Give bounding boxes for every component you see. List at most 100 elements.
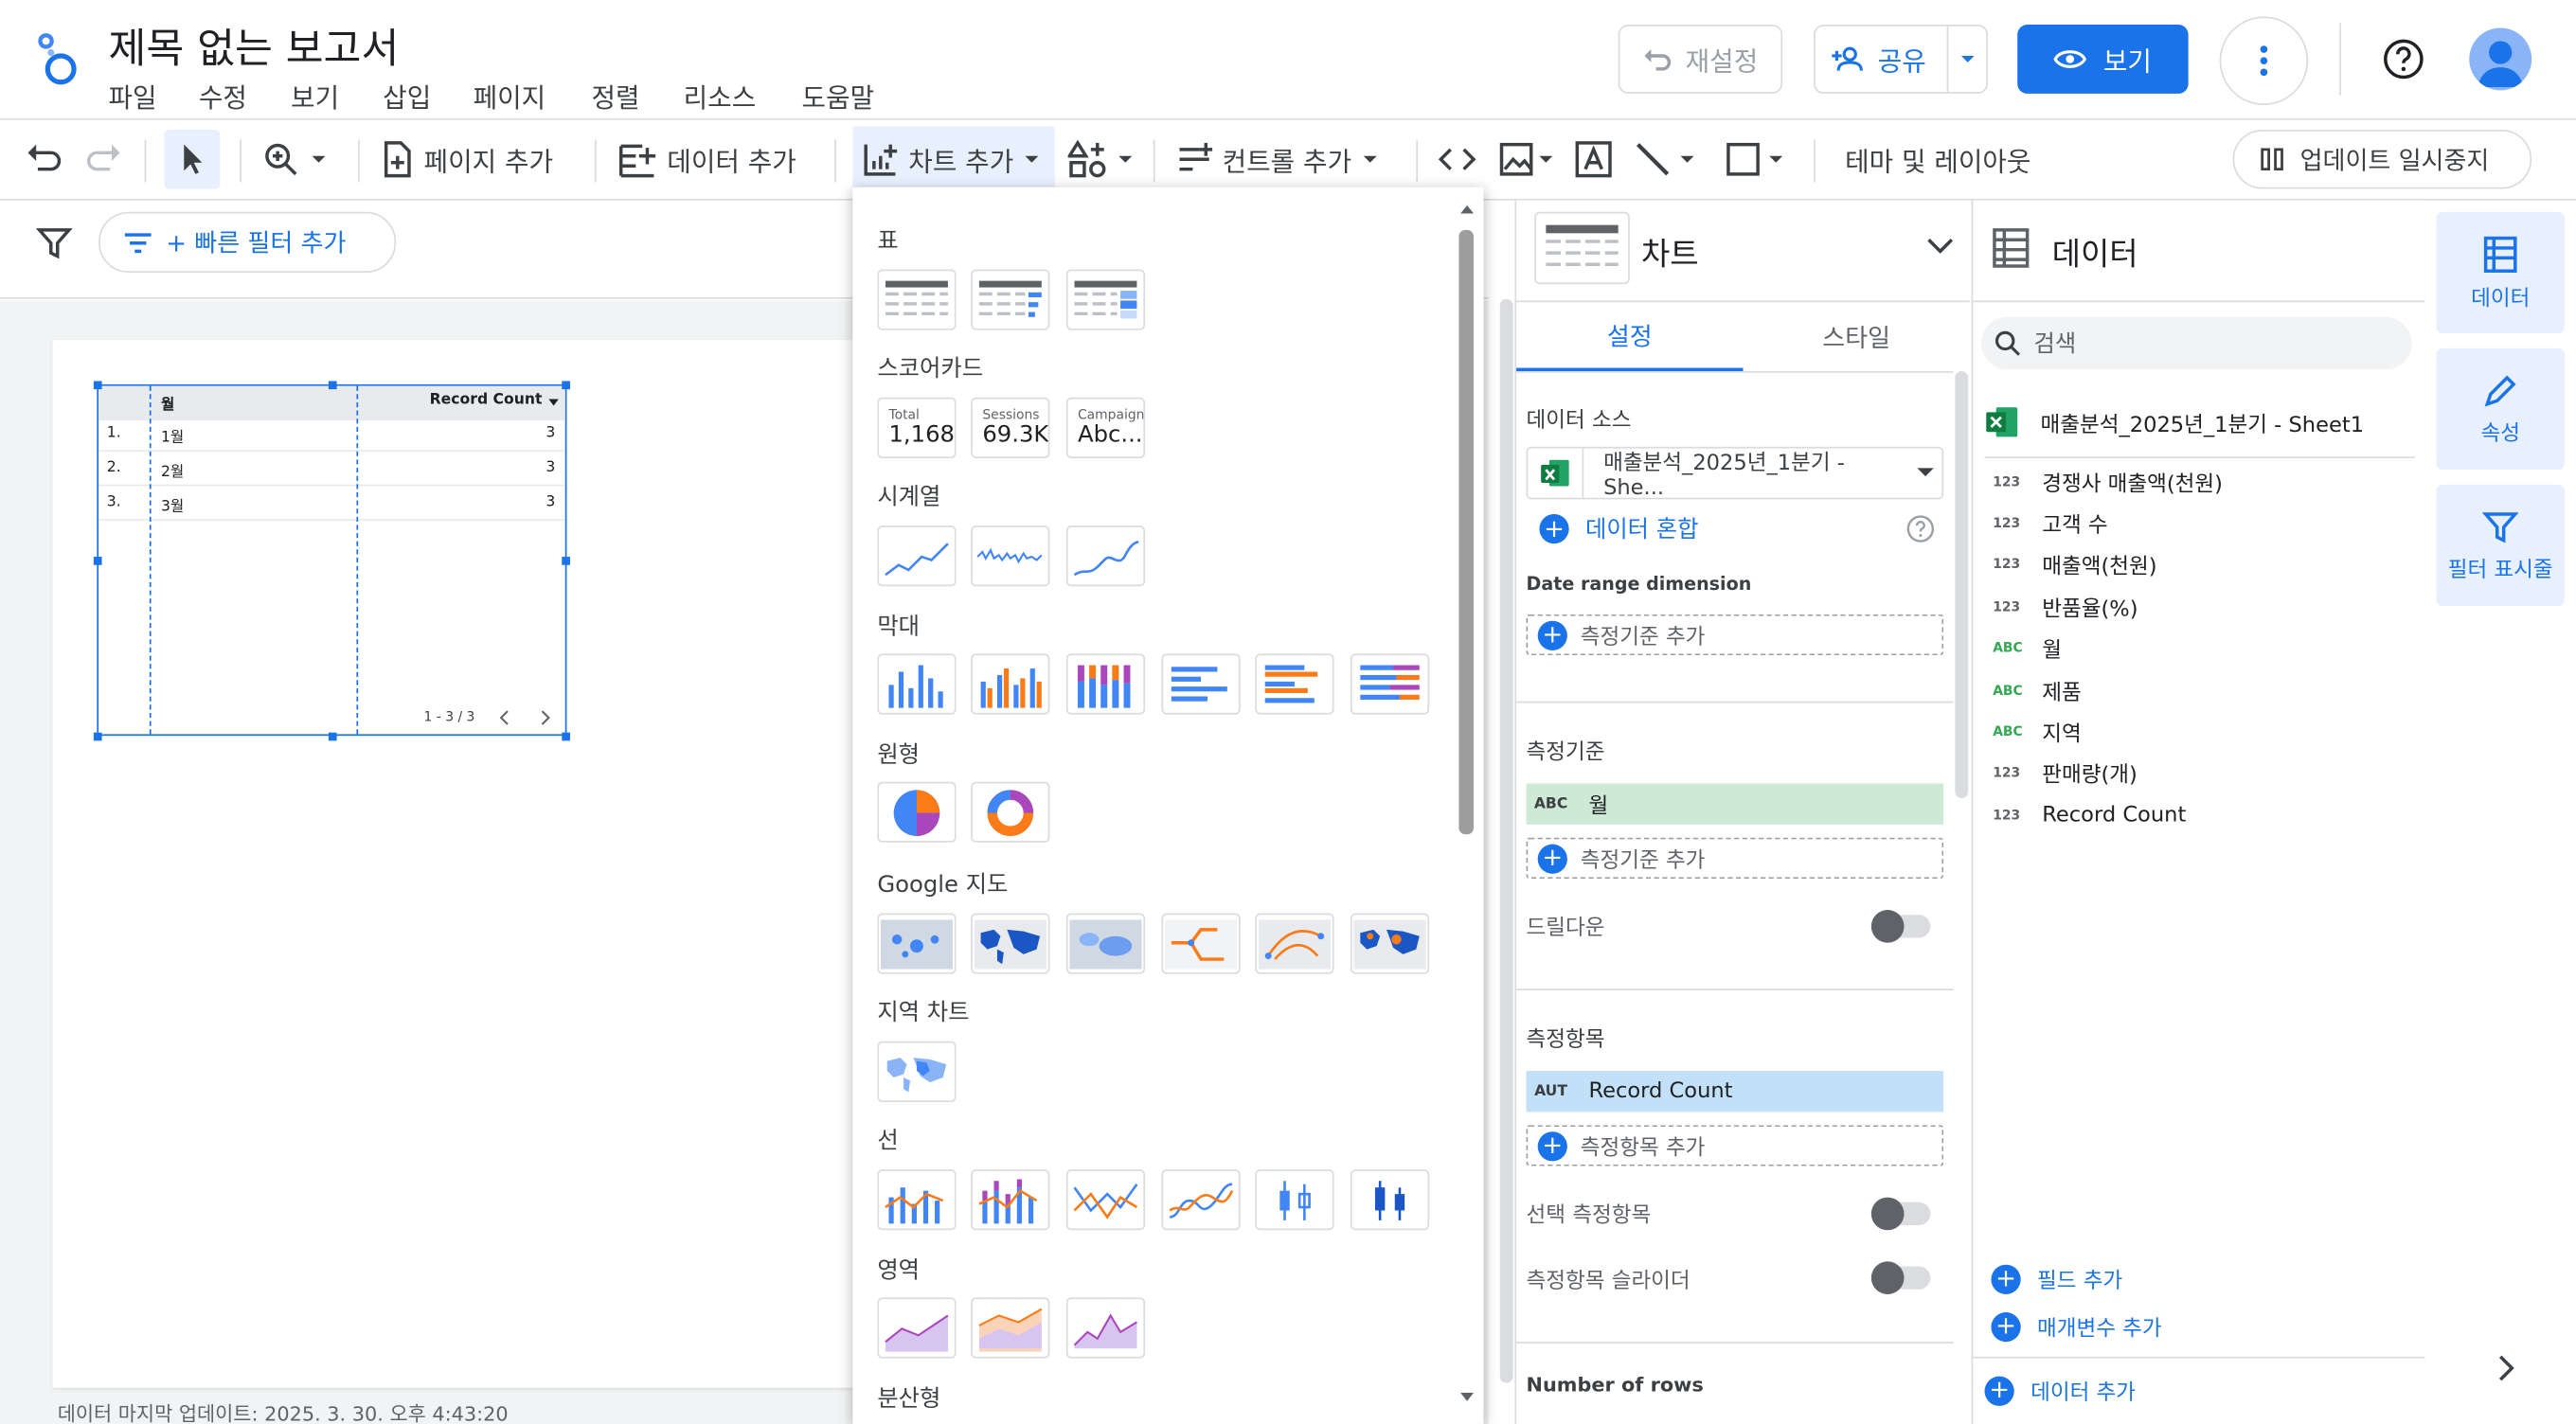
chart-option-stacked-column[interactable]: [1065, 653, 1146, 715]
table-chart[interactable]: 월 Record Count 1. 1월 3 2. 2월 3 3. 3월 3 1…: [97, 383, 567, 737]
menu-arrange[interactable]: 정렬: [591, 76, 639, 116]
drilldown-toggle[interactable]: [1870, 910, 1931, 943]
add-field-button[interactable]: + 필드 추가: [1991, 1263, 2122, 1294]
chart-option-stacked-area[interactable]: [971, 1297, 1050, 1359]
add-page-button[interactable]: 페이지 추가: [381, 120, 553, 199]
select-tool-button[interactable]: [164, 130, 221, 189]
chart-option-combined-map[interactable]: [1350, 913, 1430, 974]
chart-option-smoothed-series[interactable]: [1065, 525, 1146, 587]
avatar[interactable]: [2469, 27, 2532, 91]
chart-option-100-stacked-area[interactable]: [1065, 1297, 1146, 1359]
line-button[interactable]: [1633, 120, 1695, 199]
add-data-button[interactable]: 데이터 추가: [617, 120, 796, 199]
chevron-left-icon[interactable]: [498, 709, 511, 725]
chevron-right-icon[interactable]: [539, 709, 552, 725]
chart-option-line[interactable]: [1065, 1169, 1146, 1231]
chart-option-table-heatmap[interactable]: [1065, 269, 1146, 330]
menu-page[interactable]: 페이지: [474, 76, 546, 116]
chart-option-combo[interactable]: [877, 1169, 957, 1231]
resize-handle[interactable]: [93, 732, 102, 741]
menu-view[interactable]: 보기: [291, 76, 339, 116]
more-options-button[interactable]: [2219, 16, 2309, 106]
chart-type-thumbnail[interactable]: [1534, 211, 1630, 285]
chart-option-area[interactable]: [877, 1297, 957, 1359]
menu-scrollbar[interactable]: [1458, 229, 1475, 835]
chart-option-scorecard[interactable]: Total 1,168: [877, 397, 957, 458]
resize-handle[interactable]: [93, 381, 102, 390]
sort-desc-icon[interactable]: [548, 399, 559, 406]
tab-setup[interactable]: 설정: [1516, 302, 1744, 372]
quick-filter-button[interactable]: + 빠른 필터 추가: [98, 211, 397, 273]
chart-option-grouped-bar[interactable]: [1255, 653, 1334, 715]
scroll-down-icon[interactable]: [1458, 1390, 1477, 1406]
share-button[interactable]: 공유: [1814, 25, 1988, 94]
resize-handle[interactable]: [562, 732, 570, 741]
chart-option-line-map[interactable]: [1161, 913, 1241, 974]
text-box-icon[interactable]: [1574, 120, 1614, 199]
optional-metrics-toggle[interactable]: [1870, 1197, 1931, 1231]
chart-option-stacked-bar[interactable]: [1350, 653, 1430, 715]
menu-file[interactable]: 파일: [108, 76, 156, 116]
field-item[interactable]: 123 경쟁사 매출액(천원): [1993, 465, 2223, 498]
field-item[interactable]: 123 Record Count: [1993, 798, 2186, 831]
filter-icon[interactable]: [36, 225, 73, 261]
chart-option-bubble-map[interactable]: [877, 913, 957, 974]
chevron-right-icon[interactable]: [2494, 1353, 2520, 1382]
chevron-down-icon[interactable]: [1947, 51, 1986, 67]
help-icon[interactable]: [1905, 514, 1935, 543]
data-source-header[interactable]: 매출분석_2025년_1분기 - Sheet1: [1985, 404, 2364, 440]
metric-slider-toggle[interactable]: [1870, 1261, 1931, 1294]
menu-help[interactable]: 도움말: [802, 76, 875, 116]
image-button[interactable]: [1498, 120, 1554, 199]
chevron-down-icon[interactable]: [1925, 235, 1955, 258]
chart-option-geo-chart[interactable]: [877, 1041, 957, 1102]
field-item[interactable]: 123 매출액(천원): [1993, 547, 2156, 580]
resize-handle[interactable]: [93, 557, 102, 565]
field-item[interactable]: 123 고객 수: [1993, 506, 2107, 539]
chart-option-filled-map[interactable]: [971, 913, 1050, 974]
resize-handle[interactable]: [328, 732, 337, 741]
chart-option-column[interactable]: [877, 653, 957, 715]
chart-option-sparkline[interactable]: [971, 525, 1050, 587]
chart-option-heatmap-map[interactable]: [1065, 913, 1146, 974]
add-metric-button[interactable]: + 측정항목 추가: [1526, 1125, 1944, 1166]
chart-option-scorecard-compact[interactable]: Sessions 69.3K: [971, 397, 1050, 458]
pause-update-button[interactable]: 업데이트 일시중지: [2232, 130, 2532, 189]
rail-properties-button[interactable]: 속성: [2436, 347, 2565, 471]
add-dimension-button[interactable]: + 측정기준 추가: [1526, 837, 1944, 880]
blend-data-button[interactable]: + 데이터 혼합: [1539, 512, 1698, 545]
view-button[interactable]: 보기: [2017, 25, 2189, 94]
chart-option-connection-map[interactable]: [1255, 913, 1334, 974]
redo-icon[interactable]: [82, 120, 125, 199]
column-header-month[interactable]: 월: [161, 393, 174, 414]
dimension-chip[interactable]: ABC 월: [1526, 783, 1944, 825]
field-item[interactable]: ABC 월: [1993, 631, 2062, 664]
resize-handle[interactable]: [562, 557, 570, 565]
chart-option-bar[interactable]: [1161, 653, 1241, 715]
chart-option-donut[interactable]: [971, 781, 1050, 843]
rail-data-button[interactable]: 데이터: [2436, 211, 2565, 334]
chart-option-stacked-combo[interactable]: [971, 1169, 1050, 1231]
field-item[interactable]: 123 반품율(%): [1993, 590, 2138, 623]
shape-button[interactable]: [1725, 120, 1783, 199]
rail-filter-bar-button[interactable]: 필터 표시줄: [2436, 484, 2565, 607]
menu-edit[interactable]: 수정: [199, 76, 247, 116]
field-item[interactable]: ABC 제품: [1993, 673, 2082, 706]
panel-scrollbar[interactable]: [1955, 371, 1969, 799]
field-search-input[interactable]: 검색: [1981, 316, 2412, 370]
chart-option-grouped-column[interactable]: [971, 653, 1050, 715]
chart-option-ohlc[interactable]: [1350, 1169, 1430, 1231]
column-header-record-count[interactable]: Record Count: [430, 393, 543, 409]
zoom-button[interactable]: [263, 120, 329, 199]
chart-option-time-series[interactable]: [877, 525, 957, 587]
field-item[interactable]: ABC 지역: [1993, 715, 2082, 748]
report-title[interactable]: 제목 없는 보고서: [108, 16, 399, 75]
add-date-dimension-button[interactable]: + 측정기준 추가: [1526, 614, 1944, 656]
tab-style[interactable]: 스타일: [1744, 302, 1970, 371]
resize-handle[interactable]: [562, 381, 570, 390]
metric-chip[interactable]: AUT Record Count: [1526, 1071, 1944, 1112]
menu-resources[interactable]: 리소스: [684, 76, 757, 116]
scroll-up-icon[interactable]: [1458, 201, 1477, 217]
data-source-select[interactable]: 매출분석_2025년_1분기 - She...: [1526, 446, 1944, 501]
reset-button[interactable]: 재설정: [1618, 25, 1783, 94]
